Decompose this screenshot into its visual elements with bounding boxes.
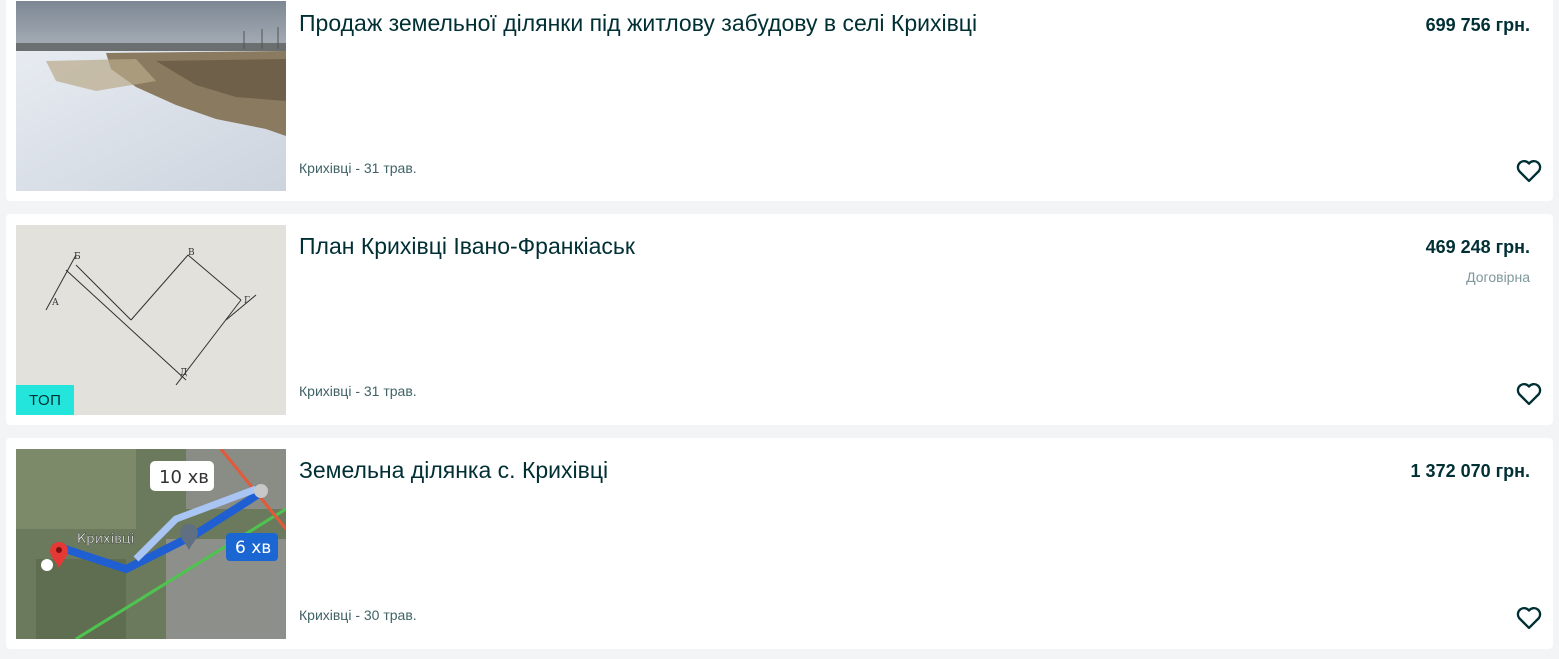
plan-label: В xyxy=(188,248,195,258)
listing-title[interactable]: План Крихівці Івано-Франкіаськ xyxy=(299,231,635,261)
plan-label: А xyxy=(52,298,59,308)
heart-outline-icon xyxy=(1516,606,1542,630)
listing-title[interactable]: Земельна ділянка с. Крихівці xyxy=(299,455,608,485)
listing-price: 469 248 грн. xyxy=(1425,237,1530,257)
listing-title[interactable]: Продаж земельної ділянки під житлову заб… xyxy=(299,8,977,38)
favorite-button[interactable] xyxy=(1515,604,1543,632)
listing-photo[interactable]: Б В А Г Д ТОП xyxy=(16,225,286,415)
listing-card[interactable]: 10 хв 6 хв Крихівці Земельна ділянка с. … xyxy=(6,438,1553,649)
plan-label: Б xyxy=(74,252,81,262)
map-time-main-label: 6 хв xyxy=(235,538,271,558)
plan-label: Г xyxy=(244,296,250,306)
negotiable-label: Договірна xyxy=(1466,269,1530,285)
listing-location-date: Крихівці - 31 трав. xyxy=(299,160,417,176)
top-badge: ТОП xyxy=(16,385,75,415)
listing-card[interactable]: Продаж земельної ділянки під житлову заб… xyxy=(6,0,1553,201)
heart-outline-icon xyxy=(1516,159,1542,183)
route-map-screenshot: 10 хв 6 хв Крихівці xyxy=(16,449,286,639)
map-time-alt-label: 10 хв xyxy=(159,467,209,488)
listing-photo[interactable]: 10 хв 6 хв Крихівці xyxy=(16,449,286,639)
favorite-button[interactable] xyxy=(1515,157,1543,185)
heart-outline-icon xyxy=(1516,382,1542,406)
listing-photo[interactable] xyxy=(16,1,286,191)
favorite-button[interactable] xyxy=(1515,380,1543,408)
plan-label: Д xyxy=(180,368,187,378)
listing-price: 699 756 грн. xyxy=(1425,15,1530,35)
listing-card[interactable]: Б В А Г Д ТОП План Крихівці Івано-Франкі… xyxy=(6,214,1553,425)
listing-location-date: Крихівці - 30 трав. xyxy=(299,607,417,623)
map-place-label: Крихівці xyxy=(77,532,134,547)
listing-location-date: Крихівці - 31 трав. xyxy=(299,383,417,399)
snowy-field-photo xyxy=(16,1,286,191)
listing-price: 1 372 070 грн. xyxy=(1410,461,1530,481)
